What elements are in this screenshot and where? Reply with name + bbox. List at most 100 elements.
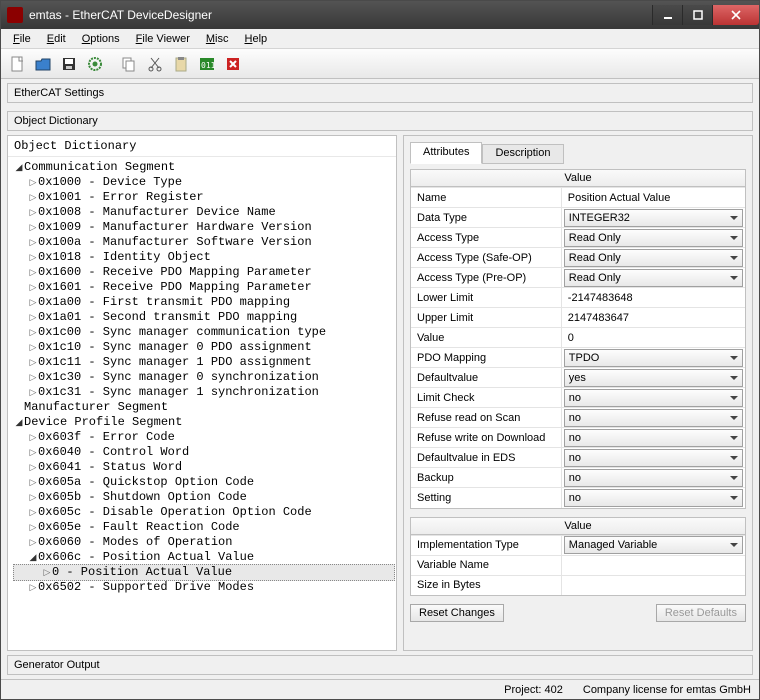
tree-label[interactable]: Communication Segment xyxy=(24,160,175,175)
reset-changes-button[interactable]: Reset Changes xyxy=(410,604,504,622)
menu-help[interactable]: Help xyxy=(237,31,276,47)
tree-node[interactable]: ▷ 0x1a01 - Second transmit PDO mapping xyxy=(14,310,394,325)
tree-label[interactable]: 0x605a - Quickstop Option Code xyxy=(38,475,254,490)
binary-icon[interactable]: 011 xyxy=(195,52,219,76)
tree-label[interactable]: 0x603f - Error Code xyxy=(38,430,175,445)
tree-label[interactable]: Device Profile Segment xyxy=(24,415,182,430)
tree-node[interactable]: ▷ 0x605c - Disable Operation Option Code xyxy=(14,505,394,520)
prop-field[interactable] xyxy=(564,189,743,207)
prop-field[interactable] xyxy=(564,576,743,594)
arrow-right-icon[interactable]: ▷ xyxy=(28,250,38,265)
tree-node[interactable]: ▷ 0x605e - Fault Reaction Code xyxy=(14,520,394,535)
tree-node[interactable]: ▷ 0x1c31 - Sync manager 1 synchronizatio… xyxy=(14,385,394,400)
tree-node[interactable]: Manufacturer Segment xyxy=(14,400,394,415)
tree-label[interactable]: 0x6040 - Control Word xyxy=(38,445,189,460)
tree-label[interactable]: 0x605e - Fault Reaction Code xyxy=(38,520,240,535)
tree-label[interactable]: 0x1c31 - Sync manager 1 synchronization xyxy=(38,385,319,400)
tree-label[interactable]: 0x100a - Manufacturer Software Version xyxy=(38,235,312,250)
tree-node[interactable]: ▷ 0x6060 - Modes of Operation xyxy=(14,535,394,550)
minimize-button[interactable] xyxy=(652,5,682,25)
object-dictionary-panel[interactable]: Object Dictionary xyxy=(7,111,753,131)
arrow-down-icon[interactable]: ◢ xyxy=(14,160,24,175)
menu-options[interactable]: Options xyxy=(74,31,128,47)
tree-label[interactable]: 0x6502 - Supported Drive Modes xyxy=(38,580,254,595)
arrow-right-icon[interactable]: ▷ xyxy=(28,265,38,280)
prop-combo[interactable]: no xyxy=(564,409,743,427)
arrow-right-icon[interactable]: ▷ xyxy=(28,535,38,550)
tree-label[interactable]: 0x1a01 - Second transmit PDO mapping xyxy=(38,310,297,325)
tree-node[interactable]: ▷ 0x605a - Quickstop Option Code xyxy=(14,475,394,490)
tree-label[interactable]: 0x1a00 - First transmit PDO mapping xyxy=(38,295,290,310)
tree-node[interactable]: ▷ 0x1001 - Error Register xyxy=(14,190,394,205)
arrow-right-icon[interactable]: ▷ xyxy=(28,310,38,325)
tree-label[interactable]: 0x1000 - Device Type xyxy=(38,175,182,190)
arrow-right-icon[interactable]: ▷ xyxy=(28,490,38,505)
tree-node[interactable]: ▷ 0x605b - Shutdown Option Code xyxy=(14,490,394,505)
arrow-right-icon[interactable]: ▷ xyxy=(28,280,38,295)
maximize-button[interactable] xyxy=(682,5,712,25)
paste-icon[interactable] xyxy=(169,52,193,76)
tree-label[interactable]: 0x6060 - Modes of Operation xyxy=(38,535,232,550)
object-tree[interactable]: ◢ Communication Segment ▷ 0x1000 - Device… xyxy=(8,157,396,650)
arrow-right-icon[interactable]: ▷ xyxy=(28,460,38,475)
tree-node[interactable]: ▷ 0x1018 - Identity Object xyxy=(14,250,394,265)
tree-label[interactable]: 0x1009 - Manufacturer Hardware Version xyxy=(38,220,312,235)
tree-node[interactable]: ▷ 0x6041 - Status Word xyxy=(14,460,394,475)
arrow-right-icon[interactable]: ▷ xyxy=(28,505,38,520)
prop-combo[interactable]: Read Only xyxy=(564,229,743,247)
arrow-right-icon[interactable]: ▷ xyxy=(28,355,38,370)
generator-output-panel[interactable]: Generator Output xyxy=(7,655,753,675)
tree-label[interactable]: 0x605c - Disable Operation Option Code xyxy=(38,505,312,520)
arrow-right-icon[interactable]: ▷ xyxy=(28,385,38,400)
tree-node[interactable]: ▷ 0x1c00 - Sync manager communication ty… xyxy=(14,325,394,340)
tree-node[interactable]: ▷ 0x1c10 - Sync manager 0 PDO assignment xyxy=(14,340,394,355)
cut-icon[interactable] xyxy=(143,52,167,76)
tab-attributes[interactable]: Attributes xyxy=(410,142,482,164)
prop-combo[interactable]: TPDO xyxy=(564,349,743,367)
arrow-right-icon[interactable]: ▷ xyxy=(28,340,38,355)
prop-combo[interactable]: no xyxy=(564,489,743,507)
arrow-right-icon[interactable]: ▷ xyxy=(28,580,38,595)
menu-file-viewer[interactable]: File Viewer xyxy=(128,31,198,47)
tree-label[interactable]: 0x1601 - Receive PDO Mapping Parameter xyxy=(38,280,312,295)
reset-defaults-button[interactable]: Reset Defaults xyxy=(656,604,746,622)
new-file-icon[interactable] xyxy=(5,52,29,76)
tree-node[interactable]: ▷ 0x1601 - Receive PDO Mapping Parameter xyxy=(14,280,394,295)
prop-combo[interactable]: no xyxy=(564,469,743,487)
tab-description[interactable]: Description xyxy=(482,144,563,164)
prop-combo[interactable]: yes xyxy=(564,369,743,387)
prop-field[interactable] xyxy=(564,329,743,347)
arrow-down-icon[interactable]: ◢ xyxy=(28,550,38,565)
tree-label[interactable]: 0x1008 - Manufacturer Device Name xyxy=(38,205,276,220)
tree-label[interactable]: 0x1001 - Error Register xyxy=(38,190,204,205)
arrow-right-icon[interactable]: ▷ xyxy=(28,475,38,490)
copy-icon[interactable] xyxy=(117,52,141,76)
tree-label[interactable]: 0x6041 - Status Word xyxy=(38,460,182,475)
arrow-right-icon[interactable]: ▷ xyxy=(28,205,38,220)
arrow-right-icon[interactable]: ▷ xyxy=(28,325,38,340)
tree-node[interactable]: ▷ 0x1a00 - First transmit PDO mapping xyxy=(14,295,394,310)
prop-field[interactable] xyxy=(564,309,743,327)
tree-node[interactable]: ◢ 0x606c - Position Actual Value xyxy=(14,550,394,565)
tree-label[interactable]: 0x605b - Shutdown Option Code xyxy=(38,490,247,505)
tree-node[interactable]: ▷ 0x6502 - Supported Drive Modes xyxy=(14,580,394,595)
arrow-right-icon[interactable]: ▷ xyxy=(42,565,52,580)
tree-label[interactable]: 0x1018 - Identity Object xyxy=(38,250,211,265)
tree-label[interactable]: 0 - Position Actual Value xyxy=(52,565,232,580)
tree-label[interactable]: Manufacturer Segment xyxy=(24,400,168,415)
tree-label[interactable]: 0x1c10 - Sync manager 0 PDO assignment xyxy=(38,340,312,355)
tree-label[interactable]: 0x606c - Position Actual Value xyxy=(38,550,254,565)
arrow-down-icon[interactable]: ◢ xyxy=(14,415,24,430)
tree-node[interactable]: ▷ 0x100a - Manufacturer Software Version xyxy=(14,235,394,250)
prop-combo[interactable]: no xyxy=(564,449,743,467)
tree-label[interactable]: 0x1c30 - Sync manager 0 synchronization xyxy=(38,370,319,385)
prop-combo[interactable]: no xyxy=(564,429,743,447)
arrow-right-icon[interactable]: ▷ xyxy=(28,220,38,235)
prop-combo[interactable]: no xyxy=(564,389,743,407)
generate-icon[interactable] xyxy=(83,52,107,76)
arrow-right-icon[interactable]: ▷ xyxy=(28,295,38,310)
prop-combo[interactable]: Read Only xyxy=(564,269,743,287)
prop-field[interactable] xyxy=(564,556,743,574)
prop-combo[interactable]: INTEGER32 xyxy=(564,209,743,227)
tree-node[interactable]: ▷ 0 - Position Actual Value xyxy=(13,564,395,581)
